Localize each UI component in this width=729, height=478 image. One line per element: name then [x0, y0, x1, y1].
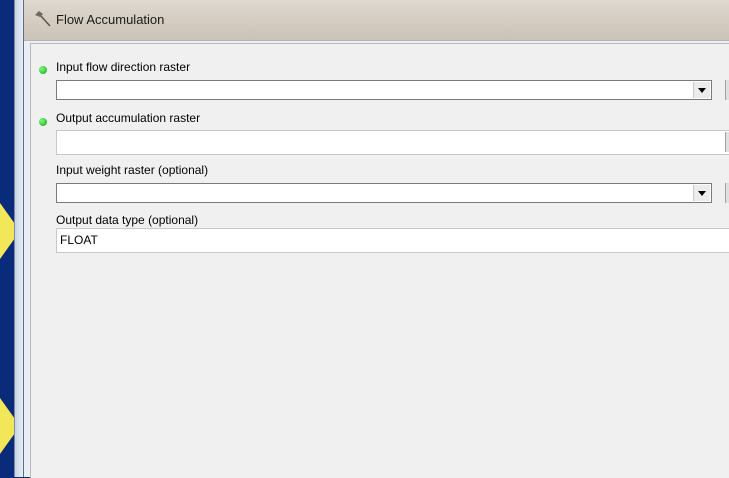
required-indicator-icon [39, 118, 47, 126]
output-data-type-field[interactable]: FLOAT [56, 228, 729, 253]
window-title: Flow Accumulation [56, 12, 165, 27]
parameters-panel: Input flow direction raster Output accum… [30, 43, 729, 478]
hammer-icon [34, 10, 52, 28]
input-weight-combo[interactable] [56, 183, 712, 203]
browse-button[interactable] [725, 80, 729, 100]
browse-button[interactable] [725, 132, 729, 152]
input-weight-label: Input weight raster (optional) [56, 163, 209, 177]
required-indicator-icon [39, 66, 47, 74]
input-flow-direction-combo[interactable] [56, 80, 712, 100]
chevron-down-icon[interactable] [693, 82, 710, 98]
input-flow-direction-label: Input flow direction raster [56, 60, 191, 74]
chevron-down-icon[interactable] [693, 185, 710, 201]
output-accumulation-label: Output accumulation raster [56, 111, 201, 125]
browse-button[interactable] [725, 183, 729, 203]
title-bar[interactable]: Flow Accumulation [24, 0, 729, 41]
output-data-type-label: Output data type (optional) [56, 213, 199, 227]
tool-dialog: Flow Accumulation Input flow direction r… [23, 0, 729, 478]
output-accumulation-field[interactable] [56, 130, 729, 155]
